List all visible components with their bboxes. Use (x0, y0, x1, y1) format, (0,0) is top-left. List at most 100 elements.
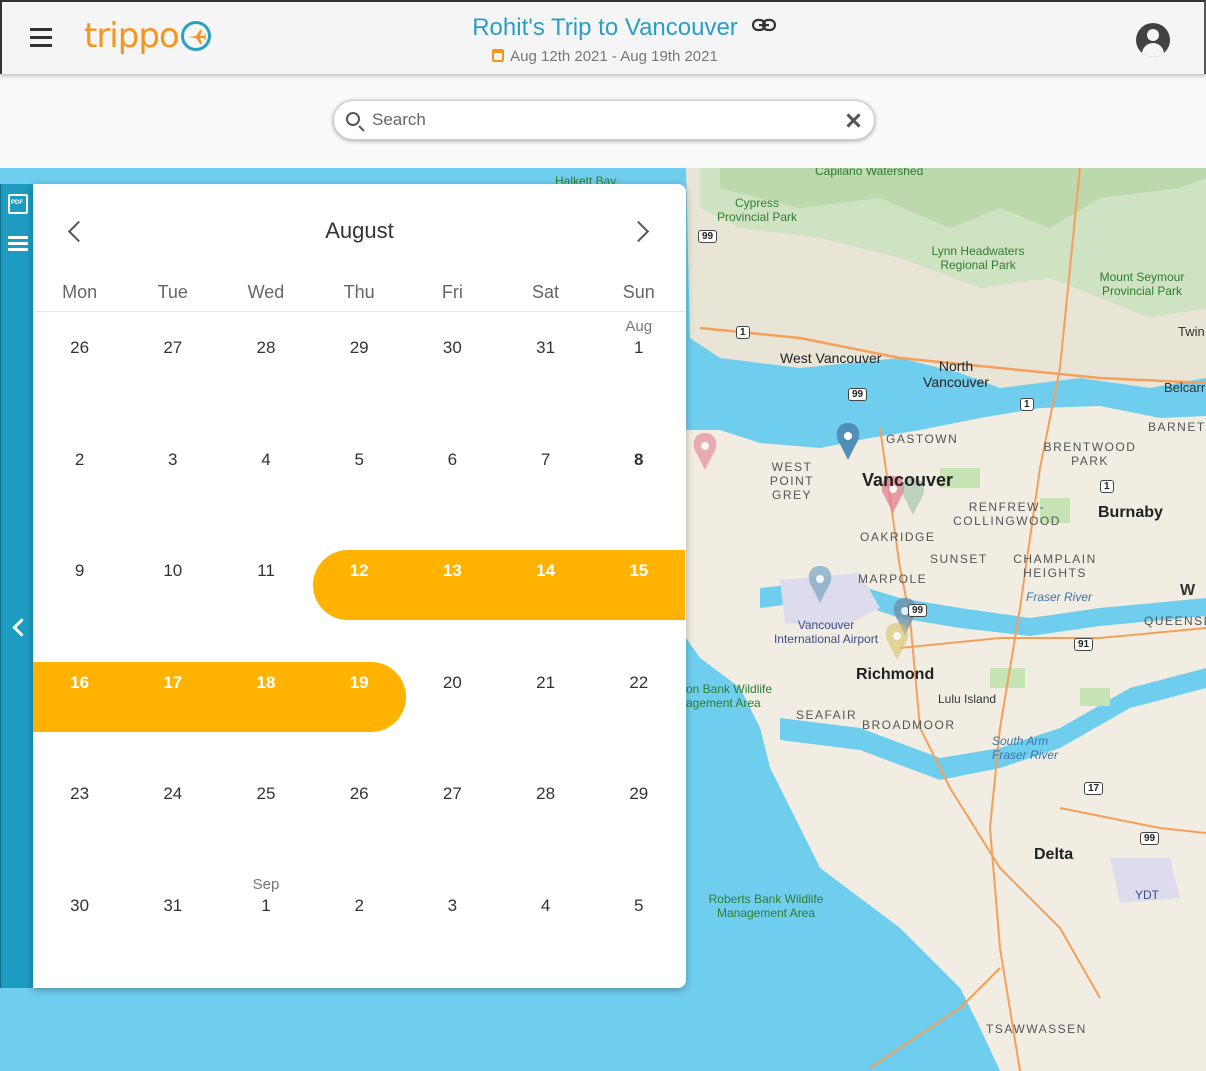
list-icon-bar (8, 236, 28, 239)
calendar-day[interactable]: 11 (219, 536, 312, 648)
map-label: Twin (1178, 324, 1205, 339)
calendar-day[interactable]: 27 (126, 313, 219, 425)
search-input[interactable] (372, 108, 832, 132)
calendar-day[interactable]: 30 (33, 871, 126, 983)
calendar-day[interactable]: Sep 1 (219, 871, 312, 983)
weekday-label: Thu (343, 282, 375, 302)
next-month-button[interactable] (631, 220, 653, 242)
trip-dates: Aug 12th 2021 - Aug 19th 2021 (2, 48, 1206, 65)
calendar-day[interactable]: 24 (126, 759, 219, 871)
calendar-day[interactable]: 5 (592, 871, 685, 983)
day-number: 20 (442, 672, 462, 692)
map-label: QUEENSB (1144, 614, 1206, 628)
calendar-day[interactable]: 9 (33, 536, 126, 648)
map-label: Mount Seymour Provincial Park (1099, 270, 1185, 298)
day-number: 9 (74, 561, 85, 581)
day-number: 3 (447, 895, 458, 915)
calendar-day[interactable]: 15 (592, 536, 685, 648)
calendar-day[interactable]: Aug 1 (592, 313, 685, 425)
calendar-day[interactable]: 28 (499, 759, 592, 871)
calendar-day[interactable]: 7 (499, 425, 592, 537)
calendar-day[interactable]: 16 (33, 648, 126, 760)
calendar-day[interactable]: 3 (406, 871, 499, 983)
calendar-day[interactable]: 5 (313, 425, 406, 537)
highway-shield: 1 (1100, 480, 1114, 493)
highway-shield: 99 (908, 604, 928, 617)
calendar-day[interactable]: 20 (406, 648, 499, 760)
clear-search-button[interactable] (844, 110, 864, 130)
calendar-week: 23 24 25 26 27 28 29 (33, 759, 686, 871)
calendar-day[interactable]: 31 (126, 871, 219, 983)
weekday-label: Sat (532, 282, 560, 302)
map-label: Cypress Provincial Park (716, 196, 798, 224)
link-icon[interactable] (752, 18, 776, 32)
account-avatar[interactable] (1136, 23, 1170, 57)
calendar-day[interactable]: 23 (33, 759, 126, 871)
map-label: Vancouver (862, 470, 954, 490)
weekday-label: Wed (247, 282, 285, 302)
calendar-day[interactable]: 4 (499, 871, 592, 983)
calendar-day[interactable]: 3 (126, 425, 219, 537)
pdf-icon[interactable] (8, 194, 28, 214)
day-number: 26 (70, 338, 90, 357)
day-number: 28 (256, 338, 276, 357)
calendar-day[interactable]: 21 (499, 648, 592, 760)
menu-icon-bar (30, 44, 52, 47)
calendar-week: 9 10 11 12 13 14 15 (33, 536, 686, 648)
calendar-day[interactable]: 29 (313, 313, 406, 425)
map-label: OAKRIDGE (860, 530, 936, 544)
calendar-week: 26 27 28 29 30 31 Aug 1 (33, 313, 686, 425)
weekday-label: Sun (622, 282, 655, 302)
calendar-icon (492, 49, 505, 62)
day-number: 12 (349, 561, 369, 581)
trip-title[interactable]: Rohit's Trip to Vancouver (472, 14, 738, 42)
avatar-head (1147, 29, 1159, 41)
calendar-day[interactable]: 17 (126, 648, 219, 760)
map-label: BRENTWOOD PARK (1043, 440, 1137, 468)
day-number: 5 (634, 895, 644, 915)
day-number: 8 (634, 449, 644, 469)
side-rail (0, 184, 33, 988)
calendar-day[interactable]: 10 (126, 536, 219, 648)
day-number: 15 (629, 561, 649, 581)
day-number: 1 (634, 338, 644, 357)
calendar-day[interactable]: 25 (219, 759, 312, 871)
map-label: Belcarr (1164, 380, 1206, 395)
month-title: August (325, 218, 394, 243)
calendar-day[interactable]: 18 (219, 648, 312, 760)
calendar-day[interactable]: 6 (406, 425, 499, 537)
day-number: 22 (629, 672, 649, 692)
calendar-day[interactable]: 27 (406, 759, 499, 871)
list-icon-bar (8, 242, 28, 245)
calendar-day[interactable]: 28 (219, 313, 312, 425)
day-number: 10 (163, 561, 183, 581)
calendar-day[interactable]: 14 (499, 536, 592, 648)
map-label: RENFREW-COLLINGWOOD (953, 500, 1061, 528)
day-number: 25 (256, 784, 276, 804)
calendar-day[interactable]: 29 (592, 759, 685, 871)
calendar-day[interactable]: 31 (499, 313, 592, 425)
calendar-day[interactable]: 4 (219, 425, 312, 537)
search-icon (346, 112, 360, 126)
calendar-grid: 26 27 28 29 30 31 Aug 1 2 3 4 5 6 7 8 9 10 11 12 13 14 15 16 17… (33, 313, 686, 983)
list-icon[interactable] (8, 236, 28, 256)
calendar-day[interactable]: 30 (406, 313, 499, 425)
calendar-day[interactable]: 26 (313, 759, 406, 871)
calendar-day[interactable]: 19 (313, 648, 406, 760)
highway-shield: 99 (698, 230, 718, 243)
calendar-day[interactable]: 22 (592, 648, 685, 760)
day-number: 28 (536, 784, 556, 804)
weekday-label: Mon (62, 282, 98, 302)
calendar-day[interactable]: 2 (33, 425, 126, 537)
highway-shield: 1 (1020, 398, 1034, 411)
calendar-week: 16 17 18 19 20 21 22 (33, 648, 686, 760)
day-number: 29 (629, 784, 649, 804)
day-number: 27 (442, 784, 462, 804)
calendar-day[interactable]: 8 (592, 425, 685, 537)
day-number: 26 (349, 784, 369, 804)
calendar-day[interactable]: 12 (313, 536, 406, 648)
calendar-day[interactable]: 2 (313, 871, 406, 983)
collapse-panel-button[interactable] (9, 616, 27, 638)
calendar-day[interactable]: 13 (406, 536, 499, 648)
calendar-day[interactable]: 26 (33, 313, 126, 425)
